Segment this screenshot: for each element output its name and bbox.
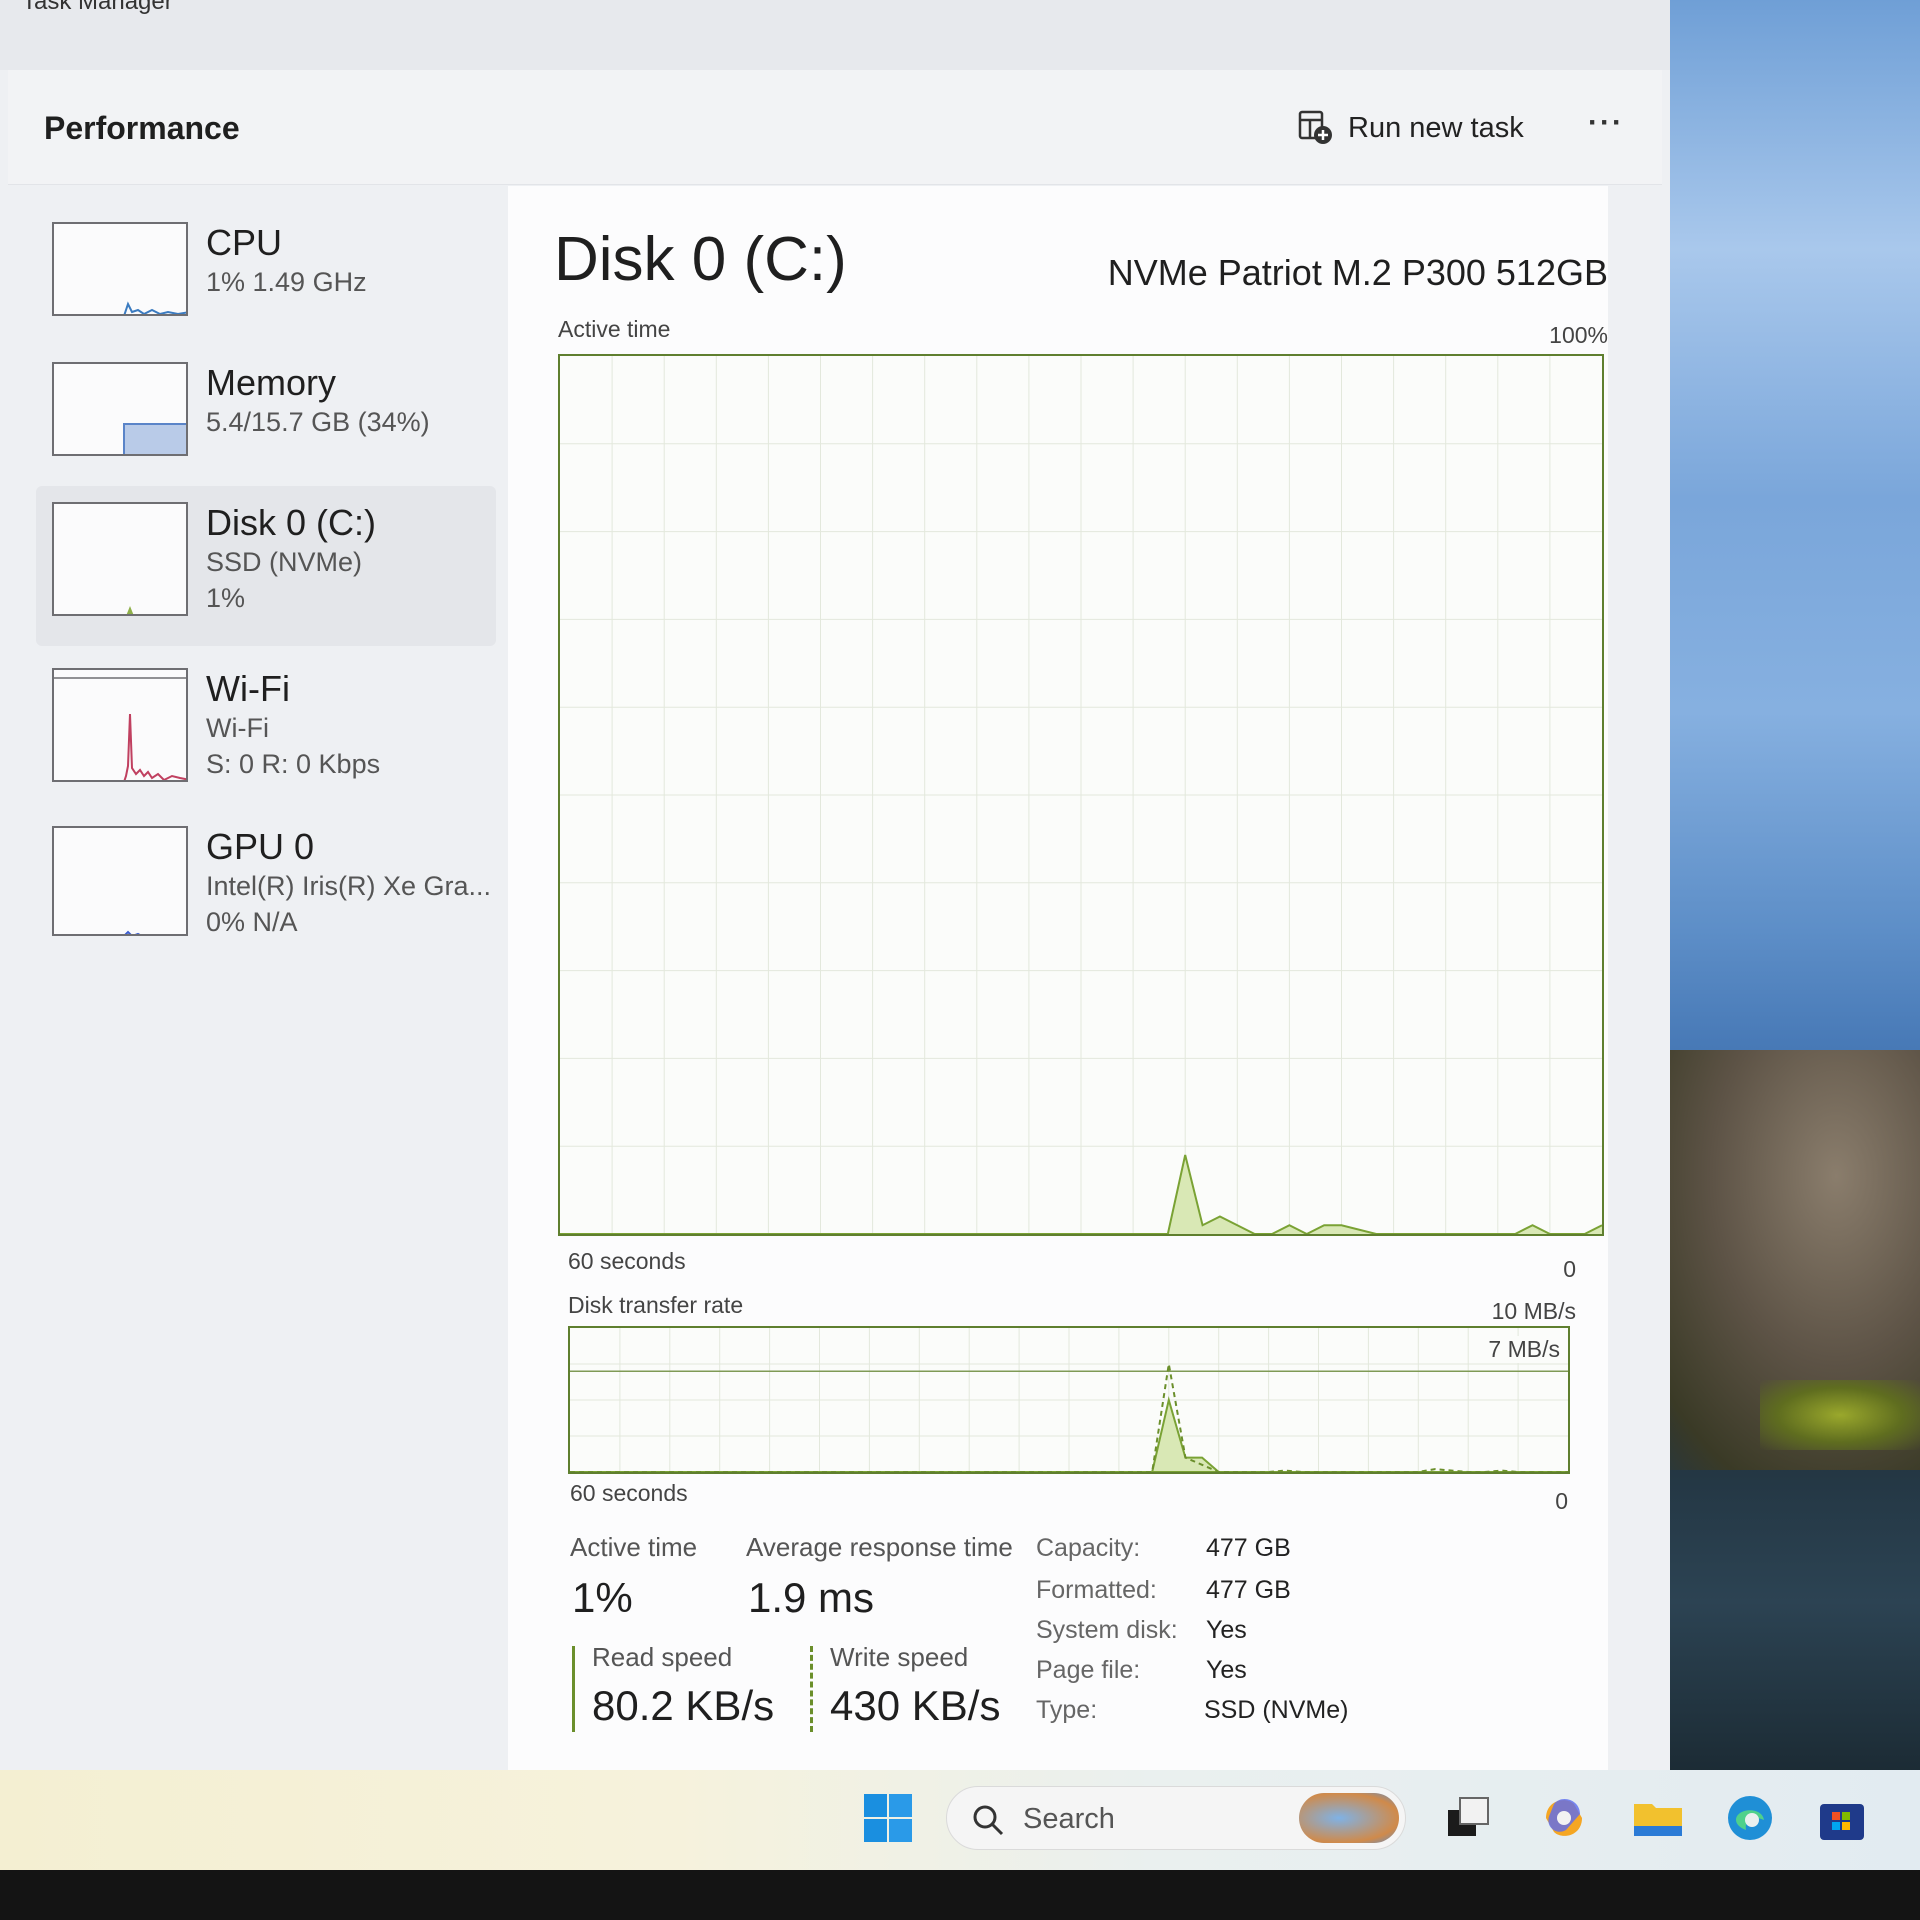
page-file-value: Yes xyxy=(1206,1656,1247,1684)
page-file-label: Page file: xyxy=(1036,1656,1141,1684)
active-time-x-left-label: 60 seconds xyxy=(568,1248,686,1274)
cpu-mini-graph xyxy=(52,222,188,316)
write-speed-value: 430 KB/s xyxy=(830,1682,1001,1729)
read-speed-indicator xyxy=(572,1646,575,1732)
system-disk-value: Yes xyxy=(1206,1616,1247,1644)
run-new-task-button[interactable]: Run new task xyxy=(1298,106,1524,150)
active-time-plot xyxy=(560,356,1602,1234)
disk-model: NVMe Patriot M.2 P300 512GB xyxy=(1107,252,1608,293)
sidebar-item-detail: Intel(R) Iris(R) Xe Gra... xyxy=(206,871,492,901)
edge-browser-icon[interactable] xyxy=(1722,1790,1778,1846)
active-time-max-label: 100% xyxy=(1549,322,1608,348)
disk-detail-panel: Disk 0 (C:) NVMe Patriot M.2 P300 512GB … xyxy=(508,186,1608,1770)
active-time-stat-value: 1% xyxy=(572,1574,633,1621)
sidebar-item-title: CPU xyxy=(206,222,283,263)
type-label: Type: xyxy=(1036,1696,1098,1724)
sidebar-item-detail: 1% 1.49 GHz xyxy=(206,267,367,297)
system-disk-label: System disk: xyxy=(1036,1616,1178,1644)
sidebar-item-wifi[interactable]: Wi-Fi Wi-Fi S: 0 R: 0 Kbps xyxy=(36,652,496,802)
title-bar[interactable]: Task Manager xyxy=(0,0,1670,70)
search-placeholder: Search xyxy=(1023,1803,1115,1835)
read-speed-label: Read speed xyxy=(592,1642,733,1672)
sidebar-item-cpu[interactable]: CPU 1% 1.49 GHz xyxy=(36,206,496,346)
run-task-icon xyxy=(1298,110,1332,144)
type-value: SSD (NVMe) xyxy=(1204,1696,1349,1724)
sidebar-item-usage: 1% xyxy=(206,583,246,613)
taskbar: Search xyxy=(0,1770,1920,1870)
sidebar-item-memory[interactable]: Memory 5.4/15.7 GB (34%) xyxy=(36,346,496,486)
sidebar-item-usage: 0% N/A xyxy=(206,907,298,937)
screen-bezel xyxy=(0,1870,1920,1920)
sidebar-item-title: GPU 0 xyxy=(206,826,315,867)
disk-title: Disk 0 (C:) xyxy=(554,225,847,294)
sidebar-item-usage: S: 0 R: 0 Kbps xyxy=(206,749,381,779)
sidebar-item-title: Memory xyxy=(206,362,337,403)
desktop-wallpaper xyxy=(1640,0,1920,1780)
app-title: Task Manager xyxy=(22,0,173,15)
task-view-icon[interactable] xyxy=(1440,1790,1496,1846)
performance-sidebar: CPU 1% 1.49 GHz Memory 5.4/15.7 GB (34%) xyxy=(8,186,508,1909)
write-speed-label: Write speed xyxy=(830,1642,969,1672)
page-title: Performance xyxy=(44,110,240,146)
disk-mini-graph xyxy=(52,502,188,616)
capacity-label: Capacity: xyxy=(1036,1534,1141,1562)
active-time-graph-label: Active time xyxy=(558,316,671,342)
sidebar-item-detail: Wi-Fi xyxy=(206,713,269,743)
microsoft-store-icon[interactable] xyxy=(1814,1790,1870,1846)
wallpaper-moss xyxy=(1760,1380,1920,1450)
sidebar-item-gpu[interactable]: GPU 0 Intel(R) Iris(R) Xe Gra... 0% N/A xyxy=(36,810,496,960)
memory-mini-graph xyxy=(52,362,188,456)
wifi-mini-graph xyxy=(52,668,188,782)
transfer-rate-plot xyxy=(570,1328,1568,1472)
transfer-rate-graph-label: Disk transfer rate xyxy=(568,1292,744,1318)
copilot-icon[interactable] xyxy=(1536,1790,1592,1846)
windows-start-icon[interactable] xyxy=(862,1792,914,1844)
task-manager-window: Task Manager Performance Run new task ··… xyxy=(0,0,1670,1909)
active-time-x-right-label: 0 xyxy=(1563,1256,1576,1282)
sidebar-item-detail: 5.4/15.7 GB (34%) xyxy=(206,407,430,437)
active-time-graph xyxy=(558,354,1604,1236)
sidebar-item-title: Wi-Fi xyxy=(206,668,290,709)
file-explorer-icon[interactable] xyxy=(1630,1790,1686,1846)
avg-response-value: 1.9 ms xyxy=(748,1574,875,1621)
sidebar-item-detail: SSD (NVMe) xyxy=(206,547,363,577)
transfer-rate-x-left-label: 60 seconds xyxy=(570,1480,688,1506)
transfer-rate-max-label: 10 MB/s xyxy=(1491,1298,1576,1324)
transfer-rate-mid-label: 7 MB/s xyxy=(1488,1336,1560,1363)
formatted-value: 477 GB xyxy=(1206,1576,1291,1604)
run-task-label: Run new task xyxy=(1348,111,1524,144)
sidebar-item-disk[interactable]: Disk 0 (C:) SSD (NVMe) 1% xyxy=(36,486,496,646)
avg-response-label: Average response time xyxy=(746,1532,1013,1562)
write-speed-indicator xyxy=(810,1646,813,1732)
taskbar-search-box[interactable]: Search xyxy=(946,1786,1406,1850)
search-highlight-icon[interactable] xyxy=(1299,1793,1399,1843)
more-options-button[interactable]: ··· xyxy=(1588,106,1638,150)
search-icon xyxy=(973,1805,1004,1836)
active-time-stat-label: Active time xyxy=(570,1532,698,1562)
transfer-rate-x-right-label: 0 xyxy=(1555,1488,1568,1514)
page-header: Performance Run new task ··· xyxy=(8,70,1662,185)
read-speed-value: 80.2 KB/s xyxy=(592,1682,775,1729)
transfer-rate-graph: 7 MB/s xyxy=(568,1326,1570,1474)
sidebar-item-title: Disk 0 (C:) xyxy=(206,502,376,543)
gpu-mini-graph xyxy=(52,826,188,936)
capacity-value: 477 GB xyxy=(1206,1534,1291,1562)
formatted-label: Formatted: xyxy=(1036,1576,1157,1604)
